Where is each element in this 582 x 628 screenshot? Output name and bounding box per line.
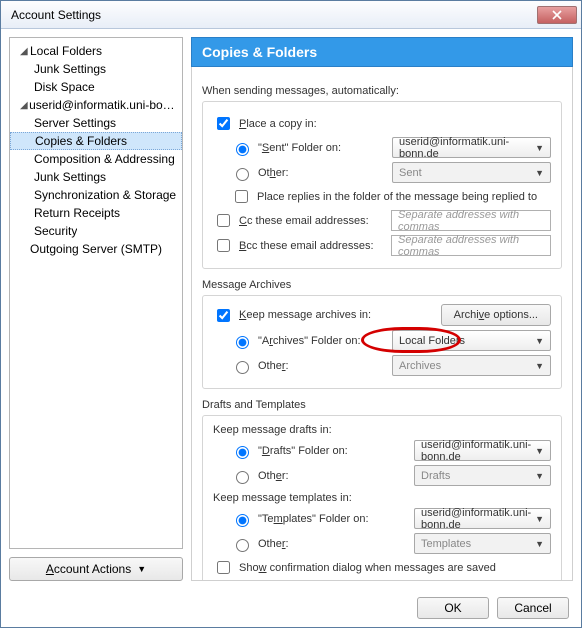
drafts-account-select[interactable]: userid@informatik.uni-bonn.de▼ [414, 440, 551, 461]
sent-other-label: Other: [258, 167, 386, 179]
chevron-down-icon: ▼ [535, 471, 544, 481]
tree-return-receipts[interactable]: Return Receipts [10, 204, 182, 222]
tree-sync-storage[interactable]: Synchronization & Storage [10, 186, 182, 204]
archive-options-button[interactable]: Archive options... [441, 304, 551, 326]
archives-heading: Message Archives [202, 279, 562, 291]
sent-other-radio[interactable] [236, 168, 249, 181]
archives-other-radio[interactable] [236, 361, 249, 374]
chevron-down-icon: ▼ [535, 539, 544, 549]
chevron-down-icon: ▼ [535, 446, 544, 456]
place-replies-label: Place replies in the folder of the messa… [257, 191, 537, 203]
tree-local-folders[interactable]: ◢Local Folders [10, 42, 182, 60]
place-replies-checkbox[interactable] [235, 190, 248, 203]
drafts-group: Keep message drafts in: "Drafts" Folder … [202, 415, 562, 581]
chevron-down-icon: ▼ [137, 564, 146, 574]
keep-archives-checkbox[interactable] [217, 309, 230, 322]
expand-icon: ◢ [20, 100, 29, 111]
show-confirm-checkbox[interactable] [217, 561, 230, 574]
keep-archives-label: Keep message archives in: [239, 309, 371, 321]
templates-folder-radio[interactable] [236, 514, 249, 527]
tree-account[interactable]: ◢userid@informatik.uni-bonn.de [10, 96, 182, 114]
place-copy-checkbox[interactable] [217, 117, 230, 130]
drafts-other-radio[interactable] [236, 471, 249, 484]
tree-server-settings[interactable]: Server Settings [10, 114, 182, 132]
archives-other-label: Other: [258, 360, 386, 372]
panel-title: Copies & Folders [191, 37, 573, 67]
sending-group: Place a copy in: "Sent" Folder on: useri… [202, 101, 562, 269]
chevron-down-icon: ▼ [535, 336, 544, 346]
tree-junk-settings-2[interactable]: Junk Settings [10, 168, 182, 186]
templates-other-label: Other: [258, 538, 408, 550]
cc-input[interactable]: Separate addresses with commas [391, 210, 551, 231]
sent-folder-radio[interactable] [236, 143, 249, 156]
drafts-folder-label: "Drafts" Folder on: [258, 445, 408, 457]
tree-composition[interactable]: Composition & Addressing [10, 150, 182, 168]
window-title: Account Settings [11, 8, 537, 22]
expand-icon: ◢ [20, 46, 30, 57]
drafts-folder-radio[interactable] [236, 446, 249, 459]
chevron-down-icon: ▼ [535, 168, 544, 178]
bcc-checkbox[interactable] [217, 239, 230, 252]
archives-other-select[interactable]: Archives▼ [392, 355, 551, 376]
templates-other-radio[interactable] [236, 539, 249, 552]
archives-account-select[interactable]: Local Folders▼ [392, 330, 551, 351]
sending-heading: When sending messages, automatically: [202, 85, 562, 97]
sent-folder-label: "Sent" Folder on: [258, 142, 386, 154]
bcc-input[interactable]: Separate addresses with commas [391, 235, 551, 256]
account-actions-button[interactable]: Account Actions ▼ [9, 557, 183, 581]
sent-account-select[interactable]: userid@informatik.uni-bonn.de▼ [392, 137, 551, 158]
chevron-down-icon: ▼ [535, 361, 544, 371]
bcc-label: Bcc these email addresses: [239, 240, 385, 252]
templates-account-select[interactable]: userid@informatik.uni-bonn.de▼ [414, 508, 551, 529]
cancel-button[interactable]: Cancel [497, 597, 569, 619]
drafts-other-label: Other: [258, 470, 408, 482]
cc-label: Cc these email addresses: [239, 215, 385, 227]
chevron-down-icon: ▼ [535, 143, 544, 153]
chevron-down-icon: ▼ [535, 514, 544, 524]
sent-other-select[interactable]: Sent▼ [392, 162, 551, 183]
tree-copies-folders[interactable]: Copies & Folders [10, 132, 182, 150]
drafts-other-select[interactable]: Drafts▼ [414, 465, 551, 486]
archives-folder-label: "Archives" Folder on: [258, 335, 386, 347]
keep-drafts-label: Keep message drafts in: [213, 424, 551, 436]
close-icon [552, 10, 562, 20]
archives-group: Keep message archives in: Archive option… [202, 295, 562, 389]
templates-folder-label: "Templates" Folder on: [258, 513, 408, 525]
close-button[interactable] [537, 6, 577, 24]
dialog-footer: OK Cancel [1, 589, 581, 627]
account-actions-label: Account Actions [46, 562, 131, 576]
cc-checkbox[interactable] [217, 214, 230, 227]
titlebar: Account Settings [1, 1, 581, 29]
tree-outgoing[interactable]: Outgoing Server (SMTP) [10, 240, 182, 258]
tree-security[interactable]: Security [10, 222, 182, 240]
tree-disk-space[interactable]: Disk Space [10, 78, 182, 96]
templates-other-select[interactable]: Templates▼ [414, 533, 551, 554]
keep-templates-label: Keep message templates in: [213, 492, 551, 504]
tree-junk-settings[interactable]: Junk Settings [10, 60, 182, 78]
drafts-heading: Drafts and Templates [202, 399, 562, 411]
main-panel: Copies & Folders When sending messages, … [191, 37, 573, 581]
place-copy-label: Place a copy in: [239, 118, 317, 130]
ok-button[interactable]: OK [417, 597, 489, 619]
sidebar: ◢Local Folders Junk Settings Disk Space … [9, 37, 183, 581]
account-tree: ◢Local Folders Junk Settings Disk Space … [9, 37, 183, 549]
archives-folder-radio[interactable] [236, 336, 249, 349]
show-confirm-label: Show confirmation dialog when messages a… [239, 562, 496, 574]
